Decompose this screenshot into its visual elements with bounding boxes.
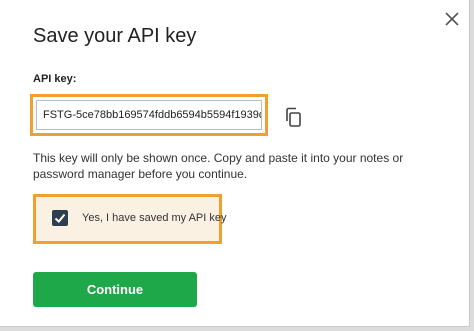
api-key-highlight [30, 94, 268, 136]
copy-button[interactable] [283, 106, 303, 128]
notice-text: This key will only be shown once. Copy a… [33, 151, 404, 181]
continue-button[interactable]: Continue [33, 272, 197, 307]
copy-icon [286, 107, 301, 127]
confirm-label: Yes, I have saved my API key [82, 212, 227, 224]
checkmark-icon [54, 213, 66, 223]
dialog-title: Save your API key [33, 25, 197, 47]
confirm-checkbox[interactable] [52, 210, 68, 226]
api-key-field[interactable] [36, 100, 262, 130]
save-api-key-dialog: Save your API key API key: This key will… [0, 0, 470, 327]
close-button[interactable] [443, 10, 461, 28]
api-key-label: API key: [33, 73, 77, 85]
close-icon [445, 12, 459, 26]
confirm-saved-checkbox-row[interactable]: Yes, I have saved my API key [33, 194, 227, 244]
